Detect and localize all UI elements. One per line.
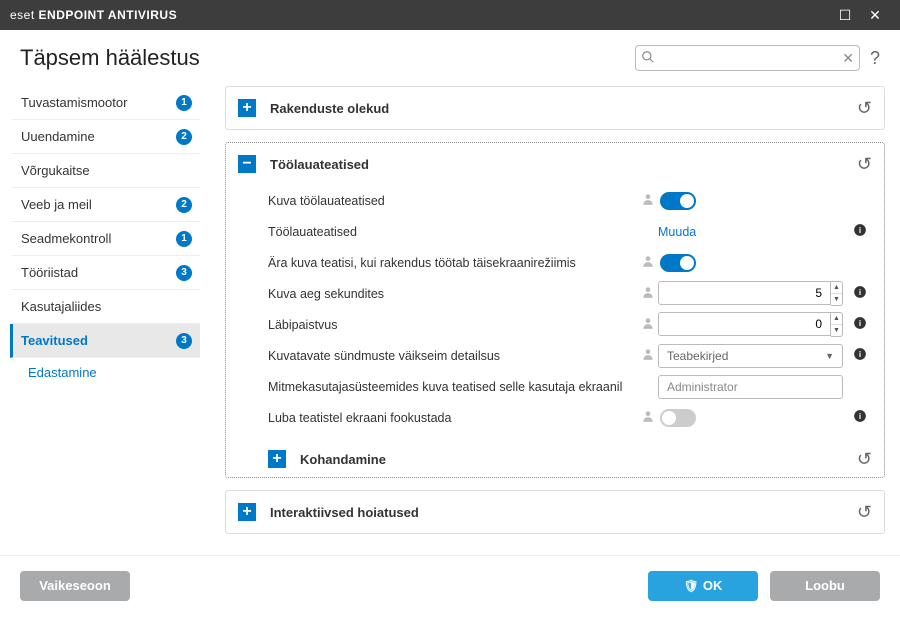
row-opacity: Läbipaistvus ▲▼ i — [238, 309, 872, 340]
svg-text:i: i — [859, 350, 861, 359]
info-icon[interactable]: i — [848, 285, 872, 302]
edit-notifications-link[interactable]: Muuda — [658, 225, 696, 239]
revert-icon[interactable]: ↺ — [857, 98, 872, 119]
ok-button[interactable]: 🛡OK — [648, 571, 758, 601]
window-close-button[interactable]: ✕ — [860, 7, 890, 24]
row-fullscreen-suppress: Ära kuva teatisi, kui rakendus töötab tä… — [238, 247, 872, 278]
info-icon[interactable]: i — [848, 223, 872, 240]
row-show-notifications: Kuva töölauateatised — [238, 185, 872, 216]
chevron-down-icon: ▼ — [825, 351, 834, 361]
multiuser-input[interactable] — [658, 375, 843, 399]
user-icon — [638, 285, 658, 302]
spin-up-icon[interactable]: ▲ — [831, 282, 842, 294]
section-interactive-alerts: + Interaktiivsed hoiatused ↺ — [225, 490, 885, 534]
svg-text:i: i — [859, 288, 861, 297]
search-input[interactable] — [635, 45, 860, 71]
info-icon[interactable]: i — [848, 409, 872, 426]
svg-text:i: i — [859, 226, 861, 235]
row-multiuser: Mitmekasutajasüsteemides kuva teatised s… — [238, 371, 872, 402]
toggle-allow-focus[interactable] — [660, 409, 696, 427]
sidebar-item-network-protection[interactable]: Võrgukaitse — [10, 154, 200, 188]
opacity-input[interactable] — [658, 312, 831, 336]
sidebar-item-user-interface[interactable]: Kasutajaliides — [10, 290, 200, 324]
info-icon[interactable]: i — [848, 316, 872, 333]
svg-text:i: i — [859, 319, 861, 328]
revert-icon[interactable]: ↺ — [857, 154, 872, 175]
sidebar-item-notifications[interactable]: Teavitused3 — [10, 324, 200, 358]
search-icon — [641, 50, 655, 67]
page-header: Täpsem häälestus ✕ ? — [0, 30, 900, 81]
app-logo: eset ENDPOINT ANTIVIRUS — [10, 8, 177, 22]
svg-text:i: i — [859, 412, 861, 421]
titlebar: eset ENDPOINT ANTIVIRUS ☐ ✕ — [0, 0, 900, 30]
user-icon — [638, 192, 658, 209]
section-application-states: + Rakenduste olekud ↺ — [225, 86, 885, 130]
expand-icon: + — [238, 99, 256, 117]
shield-icon: 🛡 — [684, 579, 699, 593]
row-verbosity: Kuvatavate sündmuste väikseim detailsus … — [238, 340, 872, 371]
sidebar-item-tools[interactable]: Tööriistad3 — [10, 256, 200, 290]
user-icon — [638, 316, 658, 333]
toggle-fullscreen-suppress[interactable] — [660, 254, 696, 272]
help-button[interactable]: ? — [870, 48, 880, 69]
cancel-button[interactable]: Loobu — [770, 571, 880, 601]
expand-icon: + — [238, 503, 256, 521]
info-icon[interactable]: i — [848, 347, 872, 364]
revert-icon[interactable]: ↺ — [857, 502, 872, 523]
defaults-button[interactable]: Vaikeseoon — [20, 571, 130, 601]
revert-icon[interactable]: ↺ — [857, 449, 872, 470]
sidebar-item-detection-engine[interactable]: Tuvastamismootor1 — [10, 86, 200, 120]
section-header-interactive-alerts[interactable]: + Interaktiivsed hoiatused ↺ — [226, 491, 884, 533]
section-header-customize[interactable]: + Kohandamine ↺ — [226, 441, 884, 477]
sidebar-subitem-forwarding[interactable]: Edastamine — [10, 358, 200, 386]
spin-up-icon[interactable]: ▲ — [831, 313, 842, 325]
main-content: + Rakenduste olekud ↺ − Töölauateatised … — [210, 81, 900, 555]
section-header-application-states[interactable]: + Rakenduste olekud ↺ — [226, 87, 884, 129]
window-maximize-button[interactable]: ☐ — [830, 7, 860, 24]
user-icon — [638, 254, 658, 271]
sidebar-item-update[interactable]: Uuendamine2 — [10, 120, 200, 154]
section-desktop-notifications: − Töölauateatised ↺ Kuva töölauateatised… — [225, 142, 885, 478]
verbosity-dropdown[interactable]: Teabekirjed ▼ — [658, 344, 843, 368]
footer: Vaikeseoon 🛡OK Loobu — [0, 555, 900, 615]
user-icon — [638, 409, 658, 426]
user-icon — [638, 347, 658, 364]
search-box: ✕ — [635, 45, 860, 71]
expand-icon: + — [268, 450, 286, 468]
spin-down-icon[interactable]: ▼ — [831, 294, 842, 305]
sidebar-item-web-email[interactable]: Veeb ja meil2 — [10, 188, 200, 222]
spin-down-icon[interactable]: ▼ — [831, 325, 842, 336]
row-allow-focus: Luba teatistel ekraani fookustada i — [238, 402, 872, 433]
section-header-desktop-notifications[interactable]: − Töölauateatised ↺ — [226, 143, 884, 185]
sidebar: Tuvastamismootor1 Uuendamine2 Võrgukaits… — [0, 81, 210, 555]
duration-input[interactable] — [658, 281, 831, 305]
clear-search-icon[interactable]: ✕ — [842, 50, 854, 67]
row-duration: Kuva aeg sekundites ▲▼ i — [238, 278, 872, 309]
row-notifications-edit: Töölauateatised Muuda i — [238, 216, 872, 247]
page-title: Täpsem häälestus — [20, 45, 200, 71]
sidebar-item-device-control[interactable]: Seadmekontroll1 — [10, 222, 200, 256]
collapse-icon: − — [238, 155, 256, 173]
toggle-show-notifications[interactable] — [660, 192, 696, 210]
